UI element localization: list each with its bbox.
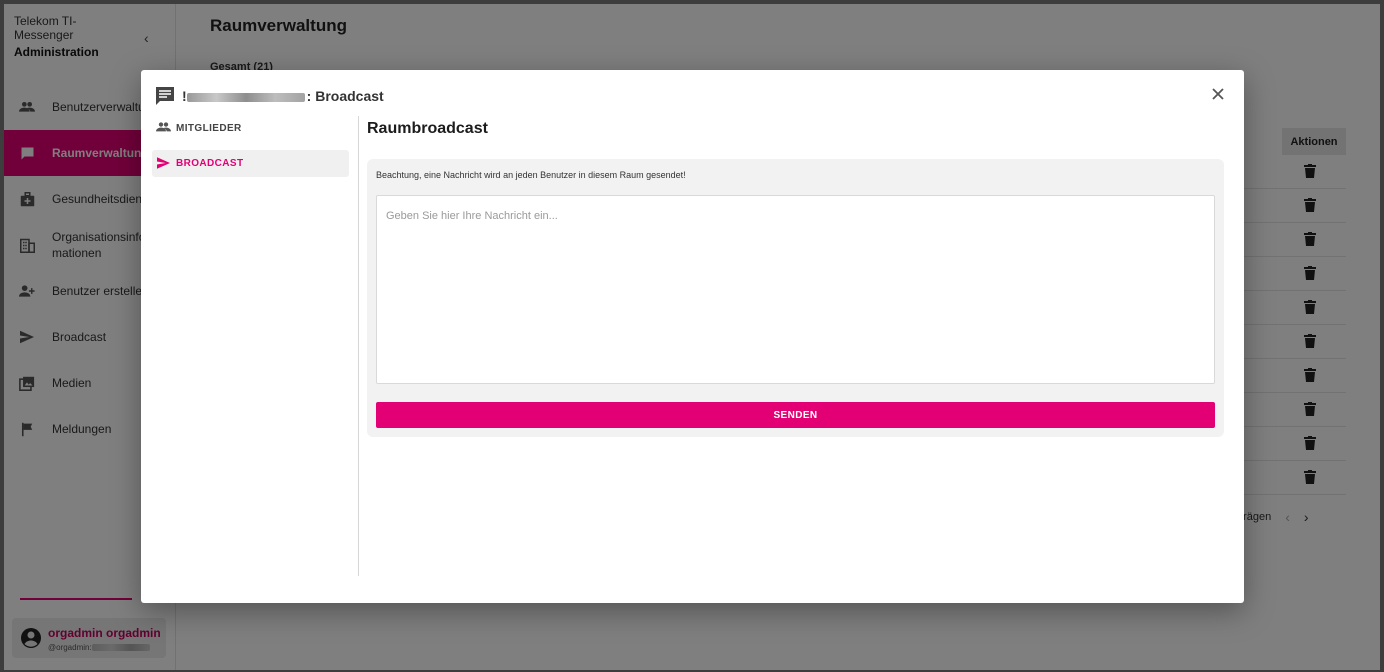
title-prefix: ! bbox=[182, 88, 187, 104]
dialog-title: ! : Broadcast bbox=[182, 88, 384, 104]
close-icon[interactable] bbox=[1210, 86, 1226, 102]
send-button[interactable]: SENDEN bbox=[376, 402, 1215, 428]
people-icon bbox=[156, 121, 171, 136]
redacted-room-name bbox=[186, 92, 305, 102]
content-title: Raumbroadcast bbox=[367, 120, 488, 137]
broadcast-card: Beachtung, eine Nachricht wird an jeden … bbox=[367, 159, 1224, 437]
tab-mitglieder[interactable]: MITGLIEDER bbox=[152, 115, 349, 142]
send-icon bbox=[156, 156, 171, 171]
tab-label: MITGLIEDER bbox=[176, 123, 242, 134]
room-dialog: ! : Broadcast MITGLIEDER BROADCAST Raumbr… bbox=[141, 70, 1244, 603]
broadcast-message-input[interactable] bbox=[376, 195, 1215, 384]
title-suffix: : Broadcast bbox=[306, 88, 384, 104]
tab-broadcast[interactable]: BROADCAST bbox=[152, 150, 349, 177]
broadcast-note: Beachtung, eine Nachricht wird an jeden … bbox=[376, 170, 686, 180]
dialog-divider bbox=[358, 116, 359, 576]
tab-label: BROADCAST bbox=[176, 158, 244, 169]
dialog-tabs: MITGLIEDER BROADCAST bbox=[152, 115, 349, 185]
message-icon bbox=[154, 85, 176, 107]
